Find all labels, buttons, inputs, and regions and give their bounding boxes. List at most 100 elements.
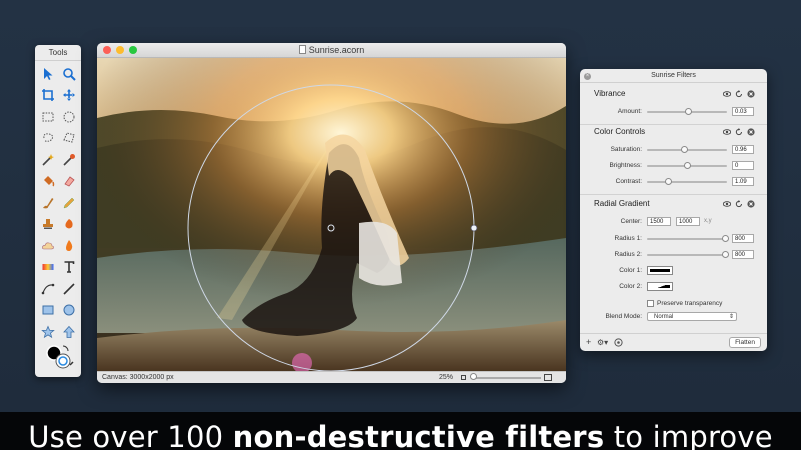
brush-icon[interactable] <box>37 192 58 214</box>
zoom-slider-thumb[interactable] <box>470 373 477 380</box>
brightness-field[interactable]: 0 <box>732 161 754 170</box>
radius1-slider[interactable] <box>647 238 727 240</box>
radius1-field[interactable]: 800 <box>732 234 754 243</box>
amount-row: Amount: 0.03 <box>580 107 767 117</box>
ellipse-select-icon[interactable] <box>58 106 79 128</box>
radial-gradient-section: Radial Gradient Center: 1500 1000 x,y Ra… <box>580 199 767 329</box>
filters-panel-header: × Sunrise Filters <box>580 69 767 83</box>
window-titlebar: Sunrise.acorn <box>97 43 566 58</box>
status-bar: Canvas: 3000x2000 px 25% <box>97 371 566 383</box>
radius1-slider-knob[interactable] <box>721 235 729 242</box>
radius1-label: Radius 1: <box>614 235 642 242</box>
zoom-in-icon[interactable] <box>544 374 552 381</box>
tools-palette-title: Tools <box>35 45 81 61</box>
chevron-updown-icon: ⇕ <box>728 314 734 320</box>
amount-label: Amount: <box>617 108 642 115</box>
zoom-slider[interactable] <box>471 377 541 379</box>
gear-menu-button[interactable]: ⚙▾ <box>597 338 608 347</box>
center-label: Center: <box>620 218 642 225</box>
vibrance-section: Vibrance Amount: 0.03 <box>580 89 767 125</box>
delete-filter-icon[interactable] <box>747 128 755 136</box>
radius2-label: Radius 2: <box>614 251 642 258</box>
add-filter-button[interactable]: + <box>586 338 591 347</box>
window-title-wrap: Sunrise.acorn <box>97 45 566 55</box>
pointer-icon[interactable] <box>37 63 58 85</box>
flatten-button[interactable]: Flatten <box>729 337 761 348</box>
arrow-shape-icon[interactable] <box>58 321 79 343</box>
caption-prefix: Use over 100 <box>28 420 233 450</box>
center-xy-hint: x,y <box>704 218 712 224</box>
eye-icon[interactable] <box>722 90 732 98</box>
reset-icon[interactable] <box>735 200 743 208</box>
color2-well[interactable] <box>647 282 673 291</box>
color2-label: Color 2: <box>619 283 642 290</box>
preserve-transparency-row: Preserve transparency <box>580 299 767 309</box>
color-wand-icon[interactable] <box>58 149 79 171</box>
text-icon[interactable] <box>58 257 79 279</box>
reset-icon[interactable] <box>735 128 743 136</box>
paint-bucket-icon[interactable] <box>37 171 58 193</box>
move-icon[interactable] <box>58 85 79 107</box>
tools-palette: Tools <box>35 45 81 377</box>
radius2-field[interactable]: 800 <box>732 250 754 259</box>
preserve-transparency-label: Preserve transparency <box>657 300 723 307</box>
delete-filter-icon[interactable] <box>747 90 755 98</box>
magic-wand-icon[interactable] <box>37 149 58 171</box>
center-x-field[interactable]: 1500 <box>647 217 671 226</box>
star-shape-icon[interactable] <box>37 321 58 343</box>
oval-shape-icon[interactable] <box>58 300 79 322</box>
cloud-icon[interactable] <box>37 235 58 257</box>
zoom-out-icon[interactable] <box>461 375 466 380</box>
radius2-slider[interactable] <box>647 254 727 256</box>
canvas-size-label: Canvas: 3000x2000 px <box>102 374 174 381</box>
contrast-row: Contrast: 1.09 <box>580 177 767 187</box>
rect-select-icon[interactable] <box>37 106 58 128</box>
color-controls-section: Color Controls Saturation: 0.96 Brightne… <box>580 127 767 195</box>
blend-mode-row: Blend Mode: Normal ⇕ <box>580 312 767 322</box>
eraser-icon[interactable] <box>58 171 79 193</box>
burn-icon[interactable] <box>58 235 79 257</box>
presets-icon[interactable] <box>614 338 623 349</box>
preserve-transparency-checkbox[interactable] <box>647 300 654 307</box>
color1-well[interactable] <box>647 266 673 275</box>
blend-mode-select[interactable]: Normal ⇕ <box>647 312 737 321</box>
line-icon[interactable] <box>58 278 79 300</box>
smudge-icon[interactable] <box>58 214 79 236</box>
eye-icon[interactable] <box>722 200 732 208</box>
contrast-slider-knob[interactable] <box>665 178 673 185</box>
window-title: Sunrise.acorn <box>308 45 365 55</box>
gradient-icon[interactable] <box>37 257 58 279</box>
bezier-pen-icon[interactable] <box>37 278 58 300</box>
amount-field[interactable]: 0.03 <box>732 107 754 116</box>
radius1-row: Radius 1: 800 <box>580 234 767 244</box>
saturation-label: Saturation: <box>610 146 642 153</box>
rectangle-shape-icon[interactable] <box>37 300 58 322</box>
promo-caption-bar: Use over 100 non-destructive filters to … <box>0 412 801 450</box>
zoom-icon[interactable] <box>58 63 79 85</box>
saturation-field[interactable]: 0.96 <box>732 145 754 154</box>
eye-icon[interactable] <box>722 128 732 136</box>
pencil-icon[interactable] <box>58 192 79 214</box>
reset-icon[interactable] <box>735 90 743 98</box>
crop-icon[interactable] <box>37 85 58 107</box>
blend-mode-label: Blend Mode: <box>605 313 643 320</box>
delete-filter-icon[interactable] <box>747 200 755 208</box>
saturation-row: Saturation: 0.96 <box>580 145 767 155</box>
color-swatches[interactable] <box>41 343 75 371</box>
brightness-slider-knob[interactable] <box>683 162 691 169</box>
contrast-slider[interactable] <box>647 181 727 183</box>
saturation-slider-knob[interactable] <box>681 146 689 153</box>
document-window: Sunrise.acorn Canvas: 3000x2000 px 25% <box>97 43 566 383</box>
polygon-lasso-icon[interactable] <box>58 128 79 150</box>
center-y-field[interactable]: 1000 <box>676 217 700 226</box>
blend-mode-value: Normal <box>654 314 674 320</box>
contrast-label: Contrast: <box>615 178 642 185</box>
lasso-icon[interactable] <box>37 128 58 150</box>
radius2-row: Radius 2: 800 <box>580 250 767 260</box>
filters-panel-title: Sunrise Filters <box>651 72 696 79</box>
amount-slider-knob[interactable] <box>685 108 693 115</box>
radius2-slider-knob[interactable] <box>721 251 729 258</box>
image-canvas[interactable] <box>97 58 566 371</box>
contrast-field[interactable]: 1.09 <box>732 177 754 186</box>
clone-stamp-icon[interactable] <box>37 214 58 236</box>
